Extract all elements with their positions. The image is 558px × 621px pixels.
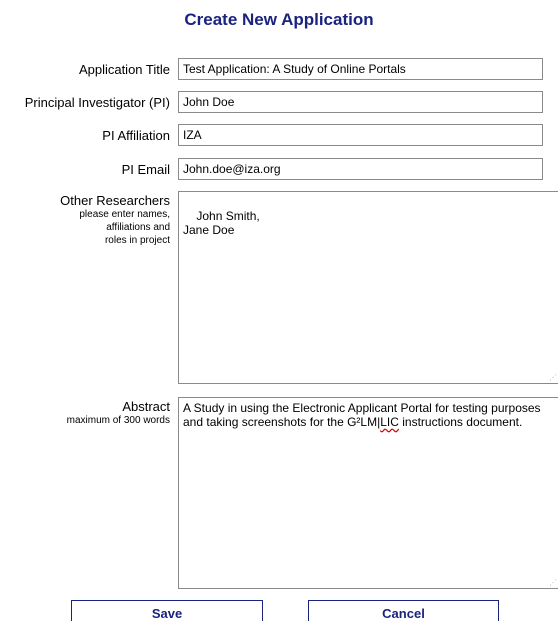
other-researchers-hint-line-3: roles in project <box>104 235 170 246</box>
principal-investigator-input[interactable]: John Doe <box>178 91 543 113</box>
other-researchers-label-block: Other Researchers please enter names, af… <box>60 193 170 247</box>
abstract-label-block: Abstract maximum of 300 words <box>67 399 170 427</box>
abstract-hint: maximum of 300 words <box>66 415 170 426</box>
pi-affiliation-input[interactable]: IZA <box>178 124 543 146</box>
page-title: Create New Application <box>184 10 374 29</box>
other-researchers-hint-line-1: please enter names, <box>79 209 170 220</box>
save-button[interactable]: Save <box>71 600 263 621</box>
spellcheck-flagged-word: LIC <box>380 415 399 429</box>
application-title-label: Application Title <box>78 62 170 77</box>
abstract-textarea[interactable]: A Study in using the Electronic Applican… <box>178 397 558 589</box>
pi-affiliation-label: PI Affiliation <box>102 128 170 143</box>
other-researchers-label: Other Researchers <box>60 193 170 208</box>
other-researchers-text: John Smith, Jane Doe <box>183 209 260 237</box>
cancel-button[interactable]: Cancel <box>308 600 499 621</box>
resize-grip-icon[interactable]: ⋰ <box>549 579 557 587</box>
other-researchers-hint-line-2: affiliations and <box>106 222 170 233</box>
principal-investigator-label: Principal Investigator (PI) <box>24 95 170 110</box>
application-title-input[interactable]: Test Application: A Study of Online Port… <box>178 58 543 80</box>
create-application-page: Create New Application Application Title… <box>0 0 558 621</box>
abstract-label: Abstract <box>122 399 170 414</box>
pi-email-label: PI Email <box>121 162 170 177</box>
pi-email-input[interactable]: John.doe@iza.org <box>178 158 543 180</box>
resize-grip-icon[interactable]: ⋰ <box>549 374 557 382</box>
other-researchers-textarea[interactable]: John Smith, Jane Doe ⋰ <box>178 191 558 384</box>
abstract-text-end: instructions document. <box>398 415 523 429</box>
